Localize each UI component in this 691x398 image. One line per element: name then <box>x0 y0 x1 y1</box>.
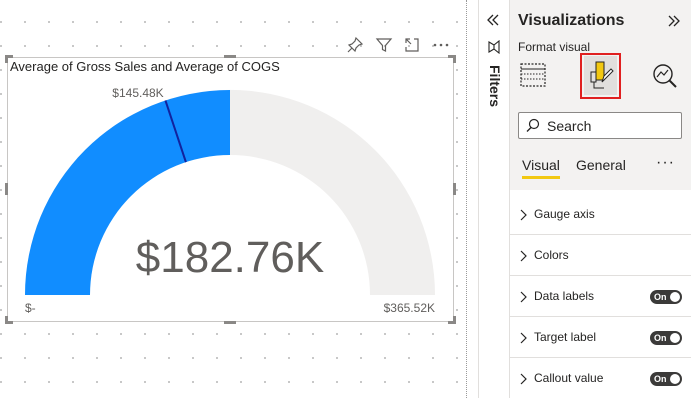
subtab-active-underline <box>522 176 560 179</box>
format-visual-label: Format visual <box>518 40 591 54</box>
chevron-right-icon <box>518 290 528 303</box>
filters-toggle[interactable]: Filters <box>486 40 503 120</box>
active-tab-highlight <box>580 53 621 99</box>
section-label: Callout value <box>534 371 604 385</box>
build-visual-icon[interactable] <box>518 58 550 94</box>
chevron-right-icon <box>518 208 528 221</box>
search-placeholder: Search <box>547 118 592 134</box>
section-label: Target label <box>534 330 597 344</box>
collapse-left-icon[interactable] <box>483 10 503 30</box>
section-label: Colors <box>534 248 569 262</box>
chevron-right-icon <box>518 249 528 262</box>
expand-right-icon[interactable] <box>664 11 684 31</box>
gauge-target-label: $145.48K <box>112 86 163 100</box>
section-label: Gauge axis <box>534 207 595 221</box>
search-input[interactable] <box>518 112 682 139</box>
toggle-label: On <box>654 292 667 302</box>
gauge-min-label: $- <box>25 301 36 315</box>
subtab-visual[interactable]: Visual <box>522 157 560 173</box>
callout-value-toggle[interactable]: On <box>650 372 682 386</box>
data-labels-toggle[interactable]: On <box>650 290 682 304</box>
more-options-icon[interactable]: ··· <box>656 154 675 172</box>
filters-label: Filters <box>487 65 503 108</box>
gauge-callout-value: $182.76K <box>136 233 324 282</box>
toggle-label: On <box>654 374 667 384</box>
chevron-right-icon <box>518 372 528 385</box>
toggle-knob <box>670 333 680 343</box>
search-icon <box>525 117 541 133</box>
chevron-right-icon <box>518 331 528 344</box>
section-label: Data labels <box>534 289 595 303</box>
toggle-knob <box>670 374 680 384</box>
toggle-knob <box>670 292 680 302</box>
pane-title: Visualizations <box>518 12 625 29</box>
gauge-max-label: $365.52K <box>384 301 435 315</box>
toggle-label: On <box>654 333 667 343</box>
target-label-toggle[interactable]: On <box>650 331 682 345</box>
analytics-icon[interactable] <box>650 58 682 94</box>
subtab-general[interactable]: General <box>576 157 626 173</box>
filter-funnel-icon <box>488 40 500 54</box>
